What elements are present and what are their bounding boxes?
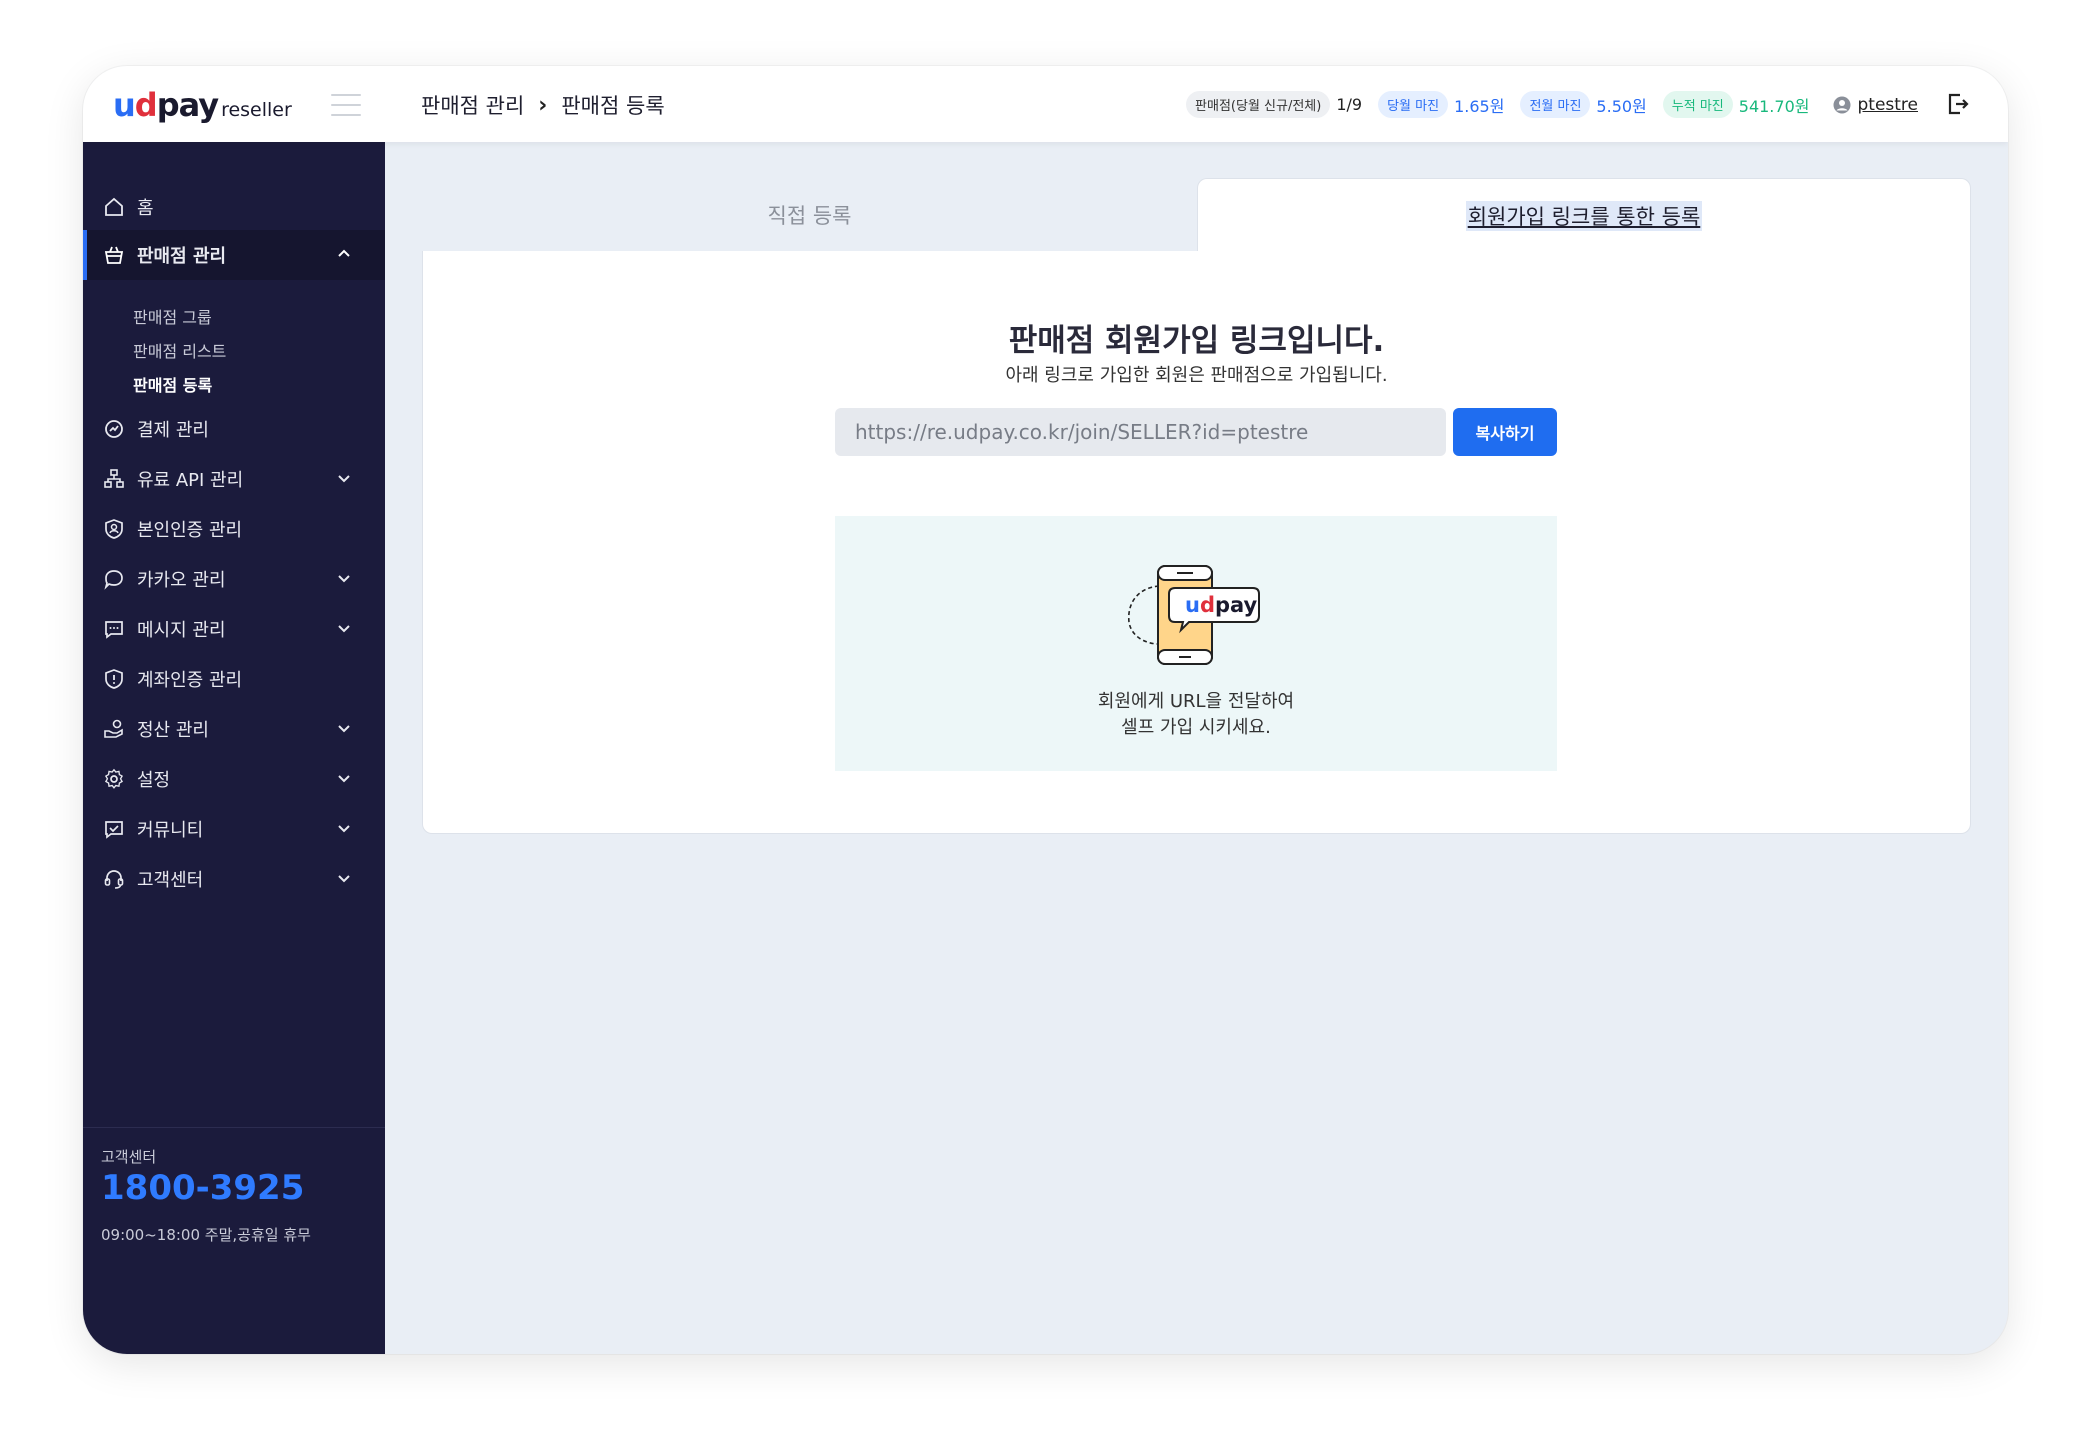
- phone-share-illustration-icon: udpay: [1128, 565, 1260, 665]
- prev-margin-badge: 전월 마진: [1520, 91, 1591, 118]
- header-stats: 판매점(당월 신규/전체) 1/9 당월 마진 1.65원 전월 마진 5.50…: [1186, 91, 1918, 118]
- cs-hours: 09:00~18:00 주말,공휴일 휴무: [101, 1226, 311, 1244]
- breadcrumb: 판매점 관리 › 판매점 등록: [421, 90, 665, 120]
- sidebar-item-payment[interactable]: 결제 관리: [83, 404, 385, 454]
- sidebar-item-store[interactable]: 판매점 관리: [83, 230, 385, 280]
- sidebar-item-settlement[interactable]: 정산 관리: [83, 704, 385, 754]
- menu-toggle-button[interactable]: [331, 94, 361, 116]
- register-tabs: 직접 등록 회원가입 링크를 통한 등록: [422, 178, 1971, 252]
- chat-bubble-icon: [104, 570, 123, 590]
- sidebar-item-account-verify[interactable]: 계좌인증 관리: [83, 654, 385, 704]
- breadcrumb-current: 판매점 등록: [561, 94, 665, 118]
- logo[interactable]: udpay reseller: [113, 86, 292, 124]
- seller-count-value: 1/9: [1336, 95, 1363, 114]
- top-header: udpay reseller 판매점 관리 › 판매점 등록 판매점(당월 신규…: [83, 66, 2008, 142]
- sidebar-item-home[interactable]: 홈: [83, 182, 385, 232]
- logout-icon[interactable]: [1946, 92, 1970, 116]
- month-margin-badge: 당월 마진: [1378, 91, 1449, 118]
- signup-url-field[interactable]: https://re.udpay.co.kr/join/SELLER?id=pt…: [835, 408, 1446, 456]
- chevron-down-icon: [338, 475, 350, 483]
- info-text: 회원에게 URL을 전달하여 셀프 가입 시키세요.: [1097, 691, 1295, 738]
- shield-icon: [105, 669, 123, 689]
- sidebar-subitem-store-list[interactable]: 판매점 리스트: [133, 338, 226, 362]
- cs-label: 고객센터: [101, 1148, 157, 1166]
- chevron-up-icon: [338, 249, 350, 257]
- sidebar-item-identity[interactable]: 본인인증 관리: [83, 504, 385, 554]
- prev-margin-value: 5.50원: [1596, 96, 1647, 116]
- payment-icon: [105, 420, 123, 438]
- total-margin-badge: 누적 마진: [1662, 91, 1733, 118]
- chevron-down-icon: [338, 575, 350, 583]
- chevron-down-icon: [338, 825, 350, 833]
- link-register-panel: 판매점 회원가입 링크입니다. 아래 링크로 가입한 회원은 판매점으로 가입됩…: [422, 251, 1971, 834]
- sidebar: 홈 판매점 관리 판매점 그룹 판매점 리스트 판매점 등록 결제 관리 유료 …: [83, 142, 385, 1354]
- sidebar-item-api[interactable]: 유료 API 관리: [83, 454, 385, 504]
- headset-icon: [104, 870, 124, 889]
- tab-link-register[interactable]: 회원가입 링크를 통한 등록: [1197, 178, 1971, 252]
- username: ptestre: [1857, 94, 1918, 115]
- hamburger-icon: [331, 94, 361, 96]
- sidebar-item-settings[interactable]: 설정: [83, 754, 385, 804]
- chevron-down-icon: [338, 625, 350, 633]
- community-icon: [105, 821, 123, 839]
- identity-icon: [105, 519, 123, 539]
- month-margin-value: 1.65원: [1454, 96, 1505, 116]
- sidebar-subitem-store-group[interactable]: 판매점 그룹: [133, 304, 212, 328]
- panel-description: 아래 링크로 가입한 회원은 판매점으로 가입됩니다.: [1005, 365, 1388, 386]
- info-box: udpay 회원에게 URL을 전달하여 셀프 가입 시키세요.: [835, 516, 1557, 771]
- logo-wordmark: udpay: [113, 86, 219, 124]
- illustration-logo-text: udpay: [1185, 593, 1258, 617]
- store-icon: [104, 246, 124, 264]
- total-margin-value: 541.70원: [1738, 96, 1810, 116]
- gear-icon: [104, 768, 124, 789]
- logo-subtitle: reseller: [221, 99, 292, 121]
- breadcrumb-separator-icon: ›: [538, 92, 548, 118]
- panel-title: 판매점 회원가입 링크입니다.: [1008, 323, 1385, 359]
- sidebar-item-community[interactable]: 커뮤니티: [83, 804, 385, 854]
- message-icon: [105, 621, 123, 639]
- sidebar-item-kakao[interactable]: 카카오 관리: [83, 554, 385, 604]
- sidebar-item-support[interactable]: 고객센터: [83, 854, 385, 904]
- tab-direct-register[interactable]: 직접 등록: [422, 178, 1197, 252]
- sidebar-divider: [83, 1127, 385, 1128]
- chevron-down-icon: [338, 725, 350, 733]
- user-avatar-icon: [1833, 96, 1851, 113]
- cs-phone-number[interactable]: 1800-3925: [101, 1168, 304, 1208]
- chevron-down-icon: [338, 875, 350, 883]
- app-window: udpay reseller 판매점 관리 › 판매점 등록 판매점(당월 신규…: [83, 66, 2008, 1354]
- user-menu[interactable]: ptestre: [1833, 95, 1918, 115]
- api-icon: [104, 469, 124, 488]
- sidebar-subitem-store-register[interactable]: 판매점 등록: [133, 372, 212, 396]
- settlement-icon: [104, 719, 123, 738]
- chevron-down-icon: [338, 775, 350, 783]
- seller-count-badge: 판매점(당월 신규/전체): [1186, 91, 1331, 118]
- breadcrumb-parent[interactable]: 판매점 관리: [421, 90, 524, 120]
- home-icon: [105, 197, 123, 216]
- copy-button[interactable]: 복사하기: [1453, 408, 1557, 456]
- sidebar-item-message[interactable]: 메시지 관리: [83, 604, 385, 654]
